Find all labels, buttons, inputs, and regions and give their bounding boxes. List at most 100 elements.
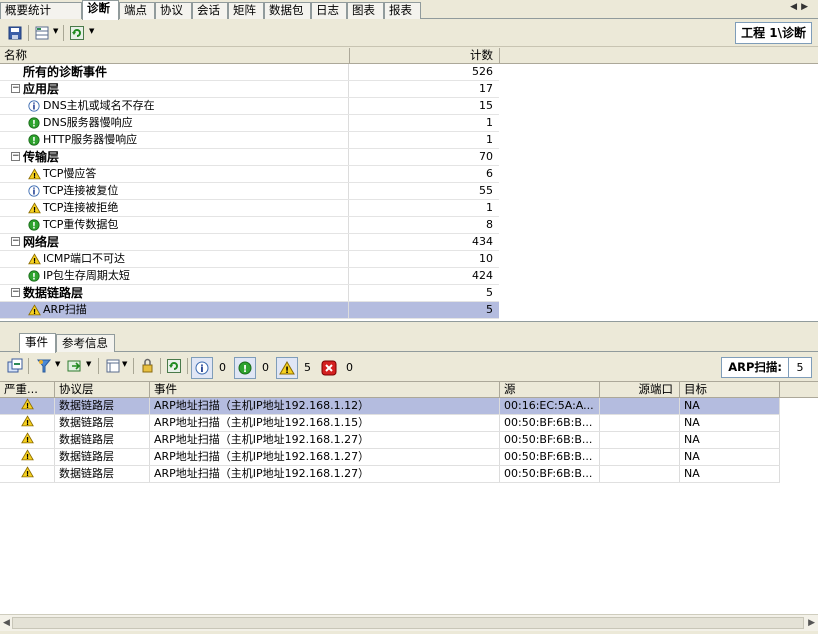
- diagnosis-row[interactable]: 所有的诊断事件 526: [0, 64, 499, 81]
- detail-tab-strip: 事件 参考信息: [0, 333, 818, 353]
- diagnosis-name-cell: i DNS主机或域名不存在: [0, 98, 349, 114]
- diagnosis-row[interactable]: − 应用层 17: [0, 81, 499, 98]
- diagnosis-count: 526: [472, 65, 493, 78]
- diagnosis-row[interactable]: ! IP包生存周期太短 424: [0, 268, 499, 285]
- tab-8[interactable]: 图表: [347, 2, 384, 19]
- diagnosis-name-cell: ! TCP慢应答: [0, 166, 349, 182]
- diagnosis-row[interactable]: ! TCP重传数据包 8: [0, 217, 499, 234]
- diagnosis-label: IP包生存周期太短: [43, 269, 130, 282]
- locate-event-icon[interactable]: [6, 357, 24, 375]
- collapse-icon[interactable]: −: [11, 152, 20, 161]
- collapse-icon[interactable]: −: [11, 84, 20, 93]
- diagnosis-name-cell: ! TCP连接被拒绝: [0, 200, 349, 216]
- diagnosis-name-cell: i TCP连接被复位: [0, 183, 349, 199]
- warning-icon: !: [0, 415, 55, 431]
- collapse-icon[interactable]: −: [11, 237, 20, 246]
- notice-filter-toggle[interactable]: !: [234, 357, 256, 379]
- svg-text:!: !: [32, 272, 36, 282]
- column-chooser-dropdown-icon[interactable]: ▼: [53, 27, 58, 35]
- refresh-icon[interactable]: [68, 24, 86, 42]
- notice-icon: !: [28, 219, 41, 232]
- column-header-count[interactable]: 计数: [350, 48, 500, 64]
- scroll-right-icon[interactable]: ▶: [808, 618, 815, 628]
- add-filter-dropdown-icon[interactable]: ▼: [55, 360, 60, 368]
- diagnosis-row[interactable]: i DNS主机或域名不存在 15: [0, 98, 499, 115]
- scroll-left-icon[interactable]: ◀: [3, 618, 10, 628]
- tab-0[interactable]: 概要统计: [0, 2, 82, 19]
- tab-7[interactable]: 日志: [311, 2, 347, 19]
- diagnosis-name-cell: ! TCP重传数据包: [0, 217, 349, 233]
- tab-3[interactable]: 协议: [155, 2, 192, 19]
- diagnosis-count: 6: [486, 167, 493, 180]
- event-row[interactable]: ! 数据链路层 ARP地址扫描（主机IP地址192.168.1.27） 00:50:B…: [0, 432, 780, 449]
- diagnosis-row[interactable]: ! DNS服务器慢响应 1: [0, 115, 499, 132]
- event-cell-source: 00:16:EC:5A:A...: [500, 398, 600, 414]
- export-icon[interactable]: [66, 357, 84, 375]
- event-cell-target: NA: [680, 466, 780, 482]
- warning-icon: !: [0, 449, 55, 465]
- lock-settings-icon[interactable]: [138, 357, 156, 375]
- diagnosis-label: ARP扫描: [43, 303, 87, 316]
- tab-9[interactable]: 报表: [384, 2, 421, 19]
- refresh-dropdown-icon[interactable]: ▼: [89, 27, 94, 35]
- add-filter-icon[interactable]: [35, 357, 53, 375]
- event-cell-target: NA: [680, 398, 780, 414]
- scrollbar-thumb[interactable]: [12, 617, 804, 629]
- tab-5[interactable]: 矩阵: [228, 2, 264, 19]
- panel-splitter[interactable]: [0, 323, 818, 333]
- detail-tab-0[interactable]: 事件: [19, 333, 56, 353]
- warning-icon: !: [0, 466, 55, 482]
- diagnosis-row[interactable]: ! HTTP服务器慢响应 1: [0, 132, 499, 149]
- diagnosis-row[interactable]: ! TCP慢应答 6: [0, 166, 499, 183]
- tab-scroll-arrows-icon[interactable]: ◀▶: [790, 2, 812, 12]
- event-row[interactable]: ! 数据链路层 ARP地址扫描（主机IP地址192.168.1.15） 00:50:B…: [0, 415, 780, 432]
- warning-filter-toggle[interactable]: !: [276, 357, 298, 379]
- event-column-header[interactable]: 源: [500, 382, 600, 398]
- diagnosis-row[interactable]: ! TCP连接被拒绝 1: [0, 200, 499, 217]
- diagnosis-count: 8: [486, 218, 493, 231]
- diagnosis-name-cell: ! DNS服务器慢响应: [0, 115, 349, 131]
- column-header-name[interactable]: 名称: [0, 48, 350, 64]
- horizontal-scrollbar[interactable]: ◀ ▶: [0, 614, 818, 631]
- diagnosis-row[interactable]: − 数据链路层 5: [0, 285, 499, 302]
- tab-2[interactable]: 端点: [119, 2, 155, 19]
- info-filter-toggle[interactable]: i: [191, 357, 213, 379]
- diagnosis-row[interactable]: − 网络层 434: [0, 234, 499, 251]
- detail-tab-1[interactable]: 参考信息: [56, 334, 115, 352]
- refresh-events-icon[interactable]: [165, 357, 183, 375]
- event-cell-layer: 数据链路层: [55, 449, 150, 465]
- view-options-icon[interactable]: [104, 357, 122, 375]
- diagnosis-count: 434: [472, 235, 493, 248]
- collapse-icon[interactable]: −: [11, 288, 20, 297]
- diagnosis-row[interactable]: i TCP连接被复位 55: [0, 183, 499, 200]
- warning-icon: !: [28, 253, 41, 266]
- event-row[interactable]: ! 数据链路层 ARP地址扫描（主机IP地址192.168.1.27） 00:50:B…: [0, 466, 780, 483]
- diagnosis-row[interactable]: − 传输层 70: [0, 149, 499, 166]
- event-column-header[interactable]: 协议层: [55, 382, 150, 398]
- diagnosis-row[interactable]: ! ICMP端口不可达 10: [0, 251, 499, 268]
- event-cell-sport: [600, 432, 680, 448]
- export-dropdown-icon[interactable]: ▼: [86, 360, 91, 368]
- event-column-header[interactable]: 目标: [680, 382, 780, 398]
- event-column-header[interactable]: 源端口: [600, 382, 680, 398]
- tab-6[interactable]: 数据包: [264, 2, 311, 19]
- column-chooser-icon[interactable]: [34, 24, 52, 42]
- error-filter-toggle[interactable]: [318, 357, 340, 379]
- diagnosis-label: 网络层: [23, 235, 60, 249]
- event-grid-header: 严重... 协议层 事件源源端口 目标: [0, 382, 818, 398]
- tab-1[interactable]: 诊断: [82, 0, 119, 20]
- tab-4[interactable]: 会话: [192, 2, 228, 19]
- event-column-header[interactable]: 事件: [150, 382, 500, 398]
- svg-text:!: !: [25, 469, 28, 478]
- event-row[interactable]: ! 数据链路层 ARP地址扫描（主机IP地址192.168.1.12） 00:16:E…: [0, 398, 780, 415]
- diagnosis-row[interactable]: ! ARP扫描 5: [0, 302, 499, 319]
- svg-text:!: !: [25, 435, 28, 444]
- info-count: 0: [219, 361, 226, 374]
- diagnosis-count: 1: [486, 116, 493, 129]
- event-row[interactable]: ! 数据链路层 ARP地址扫描（主机IP地址192.168.1.27） 00:50:B…: [0, 449, 780, 466]
- event-cell-layer: 数据链路层: [55, 432, 150, 448]
- save-icon[interactable]: [6, 24, 24, 42]
- event-cell-layer: 数据链路层: [55, 415, 150, 431]
- event-column-header[interactable]: 严重...: [0, 382, 55, 398]
- view-options-dropdown-icon[interactable]: ▼: [122, 360, 127, 368]
